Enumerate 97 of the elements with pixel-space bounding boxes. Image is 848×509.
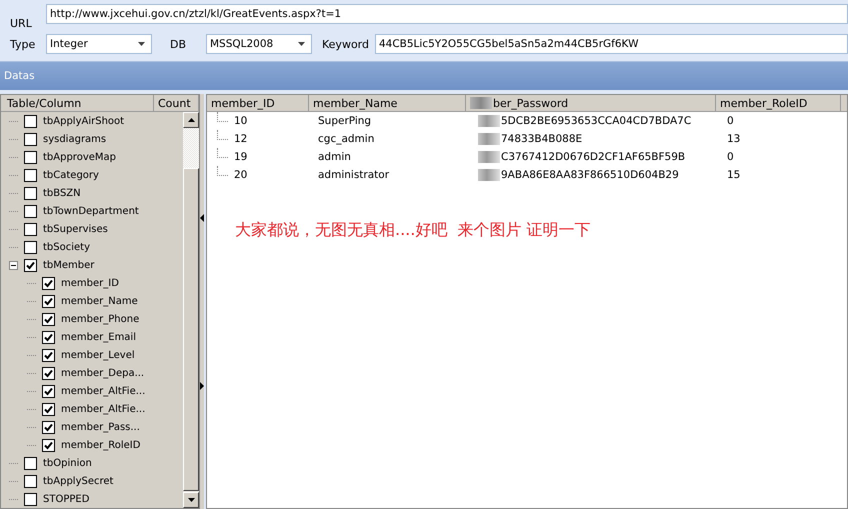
annotation-text: 大家都说，无图无真相....好吧 来个图片 证明一下 bbox=[235, 220, 592, 241]
tree-item[interactable]: member_Name bbox=[61, 296, 138, 306]
tree-item[interactable]: member_Email bbox=[61, 332, 136, 342]
table-cell: 0 bbox=[727, 115, 734, 127]
checkbox[interactable] bbox=[24, 150, 37, 164]
tree-item[interactable]: member_Depa... bbox=[61, 368, 144, 378]
tree-item[interactable]: tbApplyAirShoot bbox=[43, 116, 124, 126]
down-arrow-icon bbox=[188, 498, 194, 502]
splitter[interactable] bbox=[200, 94, 204, 509]
tree-item[interactable]: tbTownDepartment bbox=[43, 206, 139, 216]
table-cell: 0 bbox=[727, 151, 734, 163]
table-cell: 20 bbox=[234, 169, 248, 181]
tree-item[interactable]: tbApproveMap bbox=[43, 152, 116, 162]
table-cell: administrator bbox=[318, 169, 390, 181]
up-arrow-icon bbox=[188, 118, 194, 122]
checkbox[interactable] bbox=[24, 114, 37, 128]
column-header[interactable]: member_Name bbox=[309, 95, 466, 111]
panel-title: Datas bbox=[4, 70, 35, 82]
db-label: DB bbox=[169, 38, 188, 50]
column-header[interactable]: member_ID bbox=[207, 95, 309, 111]
table-cell: cgc_admin bbox=[318, 133, 374, 145]
checkbox[interactable] bbox=[24, 168, 37, 182]
checkbox[interactable] bbox=[24, 186, 37, 200]
url-label: URL bbox=[9, 17, 33, 30]
table-cell: 19 bbox=[234, 151, 248, 163]
arrow-icon bbox=[200, 382, 204, 390]
table-cell: 74833B4B088E bbox=[501, 133, 582, 145]
checkbox[interactable] bbox=[42, 348, 55, 362]
tree-item[interactable]: member_Phone bbox=[61, 314, 140, 324]
db-dropdown[interactable]: MSSQL2008 bbox=[206, 34, 312, 54]
table-cell: SuperPing bbox=[318, 115, 372, 127]
redaction-block bbox=[470, 97, 492, 109]
redaction-block bbox=[478, 115, 500, 127]
arrow-icon bbox=[200, 214, 204, 222]
url-field[interactable]: http://www.jxcehui.gov.cn/ztzl/kl/GreatEvents.aspx?t=1 bbox=[46, 4, 848, 24]
redaction-block bbox=[478, 169, 500, 181]
redaction-block bbox=[478, 133, 500, 145]
checkbox[interactable] bbox=[24, 258, 37, 272]
table-cell: 15 bbox=[727, 169, 740, 181]
scrollbar[interactable] bbox=[183, 112, 199, 508]
column-header[interactable]: member_RoleID bbox=[716, 95, 841, 111]
column-title: member_RoleID bbox=[720, 96, 808, 110]
checkbox[interactable] bbox=[24, 240, 37, 254]
table-cell: 13 bbox=[727, 133, 740, 145]
tree-item[interactable]: member_Level bbox=[61, 350, 135, 360]
checkbox[interactable] bbox=[42, 402, 55, 416]
checkbox[interactable] bbox=[24, 222, 37, 236]
keyword-label: Keyword bbox=[321, 38, 370, 50]
table-cell: admin bbox=[318, 151, 351, 163]
column-header[interactable]: Table/Column bbox=[1, 95, 154, 111]
checkbox[interactable] bbox=[42, 276, 55, 290]
checkbox[interactable] bbox=[42, 384, 55, 398]
caret-icon bbox=[298, 42, 305, 46]
checkbox[interactable] bbox=[42, 330, 55, 344]
column-header[interactable]: ber_Password bbox=[466, 95, 716, 111]
column-header[interactable]: Count bbox=[154, 95, 199, 111]
checkbox[interactable] bbox=[42, 420, 55, 434]
caret-icon bbox=[138, 42, 145, 46]
tree-item[interactable]: member_RoleID bbox=[61, 440, 140, 450]
checkbox[interactable] bbox=[24, 456, 37, 470]
tree-item[interactable]: member_AltFie... bbox=[61, 404, 146, 414]
tree-item[interactable]: tbSupervises bbox=[43, 224, 108, 234]
type-label: Type bbox=[9, 38, 36, 50]
collapse-icon[interactable] bbox=[9, 260, 18, 270]
tree-item[interactable]: sysdiagrams bbox=[43, 134, 106, 144]
table-cell: 9ABA86E8AA83F866510D604B29 bbox=[501, 169, 679, 181]
checkbox[interactable] bbox=[24, 492, 37, 506]
checkbox[interactable] bbox=[42, 294, 55, 308]
table-cell: 5DCB2BE6953653CCA04CD7BDA7C bbox=[501, 115, 692, 127]
redaction-block bbox=[478, 151, 500, 163]
scroll-thumb[interactable] bbox=[183, 168, 199, 491]
scroll-down-button[interactable] bbox=[183, 492, 199, 508]
tree-item[interactable]: tbOpinion bbox=[43, 458, 92, 468]
checkbox[interactable] bbox=[24, 132, 37, 146]
type-dropdown[interactable]: Integer bbox=[46, 34, 152, 54]
column-title: ber_Password bbox=[493, 96, 568, 110]
table-cell: C3767412D0676D2CF1AF65BF59B bbox=[501, 151, 686, 163]
tree-item[interactable]: member_AltFie... bbox=[61, 386, 146, 396]
tree-item[interactable]: STOPPED bbox=[43, 494, 90, 504]
tree-item[interactable]: tbSociety bbox=[43, 242, 90, 252]
checkbox[interactable] bbox=[42, 366, 55, 380]
tree-item[interactable]: tbApplySecret bbox=[43, 476, 114, 486]
tree-item[interactable]: tbBSZN bbox=[43, 188, 81, 198]
checkbox[interactable] bbox=[24, 474, 37, 488]
checkbox[interactable] bbox=[24, 204, 37, 218]
checkbox[interactable] bbox=[42, 438, 55, 452]
tree-item[interactable]: member_Pass... bbox=[61, 422, 140, 432]
scroll-up-button[interactable] bbox=[183, 112, 199, 128]
tree-item[interactable]: tbMember bbox=[43, 260, 94, 270]
checkbox[interactable] bbox=[42, 312, 55, 326]
keyword-field[interactable]: 44CB5Lic5Y2O55CG5bel5aSn5a2m44CB5rGf6KW bbox=[374, 34, 848, 54]
table-cell: 10 bbox=[234, 115, 248, 127]
column-title: member_Name bbox=[313, 96, 398, 110]
column-title: member_ID bbox=[211, 96, 275, 110]
table-cell: 12 bbox=[234, 133, 248, 145]
tree-item[interactable]: tbCategory bbox=[43, 170, 99, 180]
tree-item[interactable]: member_ID bbox=[61, 278, 119, 288]
